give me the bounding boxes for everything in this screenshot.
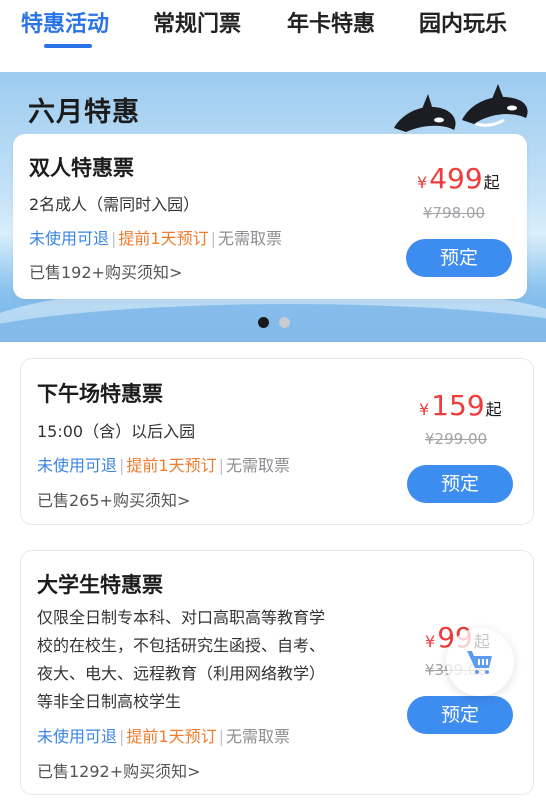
original-price: ¥798.00: [423, 204, 486, 222]
description-line: 夜大、电大、远程教育（利用网络教学）: [37, 664, 326, 683]
ticket-tags: 未使用可退 | 提前1天预订 | 无需取票: [37, 456, 290, 475]
ticket-price: ¥499起: [417, 162, 500, 195]
price-currency: ¥: [417, 173, 428, 192]
tag-refundable: 未使用可退: [29, 229, 110, 248]
book-button[interactable]: 预定: [407, 465, 513, 503]
tag-refundable: 未使用可退: [37, 456, 118, 475]
ticket-description: 2名成人（需同时入园）: [29, 195, 200, 214]
tag-no-pickup: 无需取票: [217, 229, 282, 248]
carousel-dot[interactable]: [279, 317, 290, 328]
ticket-description: 仅限全日制专本科、对口高职高等教育学 校的在校生，不包括研究生函授、自考、 夜大…: [37, 604, 377, 716]
price-suffix: 起: [485, 400, 502, 419]
sold-and-notice-link[interactable]: 已售1292+购买须知>: [37, 758, 201, 782]
carousel-indicator: [258, 317, 290, 328]
carousel-dot-active[interactable]: [258, 317, 269, 328]
tab-park-activities[interactable]: 园内玩乐: [419, 6, 507, 38]
ticket-card-afternoon[interactable]: 下午场特惠票 15:00（含）以后入园 未使用可退 | 提前1天预订 | 无需取票 已售…: [20, 358, 534, 525]
price-value: 499: [429, 162, 483, 195]
floating-cart-button[interactable]: [446, 628, 514, 696]
tab-special-offers[interactable]: 特惠活动: [21, 6, 109, 38]
description-line: 等非全日制高校学生: [37, 692, 182, 711]
price-currency: ¥: [425, 632, 436, 651]
banner-title: 六月特惠: [28, 97, 140, 128]
tag-no-pickup: 无需取票: [225, 456, 290, 475]
description-line: 校的在校生，不包括研究生函授、自考、: [37, 636, 326, 655]
sold-and-notice-link[interactable]: 已售192+购买须知>: [29, 259, 182, 283]
ticket-price: ¥159起: [419, 389, 502, 422]
description-line: 仅限全日制专本科、对口高职高等教育学: [37, 608, 326, 627]
ticket-title: 下午场特惠票: [37, 382, 163, 406]
price-value: 159: [431, 389, 485, 422]
tag-refundable: 未使用可退: [37, 727, 118, 746]
ticket-tags: 未使用可退 | 提前1天预订 | 无需取票: [29, 229, 282, 248]
ticket-description: 15:00（含）以后入园: [37, 422, 196, 441]
shopping-cart-icon: [467, 651, 492, 674]
tag-book-ahead: 提前1天预订: [118, 229, 209, 248]
price-currency: ¥: [419, 400, 430, 419]
ticket-card-double[interactable]: 双人特惠票 2名成人（需同时入园） 未使用可退 | 提前1天预订 | 无需取票 已售19…: [13, 134, 527, 299]
category-tabs: 特惠活动 常规门票 年卡特惠 园内玩乐: [0, 0, 546, 56]
price-suffix: 起: [483, 173, 500, 192]
original-price: ¥299.00: [425, 430, 488, 448]
book-button[interactable]: 预定: [407, 696, 513, 734]
ticket-tags: 未使用可退 | 提前1天预订 | 无需取票: [37, 727, 290, 746]
book-button[interactable]: 预定: [406, 239, 512, 277]
ticket-title: 双人特惠票: [29, 156, 134, 180]
tag-no-pickup: 无需取票: [225, 727, 290, 746]
tag-book-ahead: 提前1天预订: [126, 727, 217, 746]
orca-illustration: [394, 84, 528, 132]
ticket-title: 大学生特惠票: [37, 573, 163, 597]
tab-annual-pass[interactable]: 年卡特惠: [287, 6, 375, 38]
active-tab-indicator: [44, 44, 92, 48]
tab-regular-tickets[interactable]: 常规门票: [153, 6, 241, 38]
tag-book-ahead: 提前1天预订: [126, 456, 217, 475]
sold-and-notice-link[interactable]: 已售265+购买须知>: [37, 487, 190, 511]
